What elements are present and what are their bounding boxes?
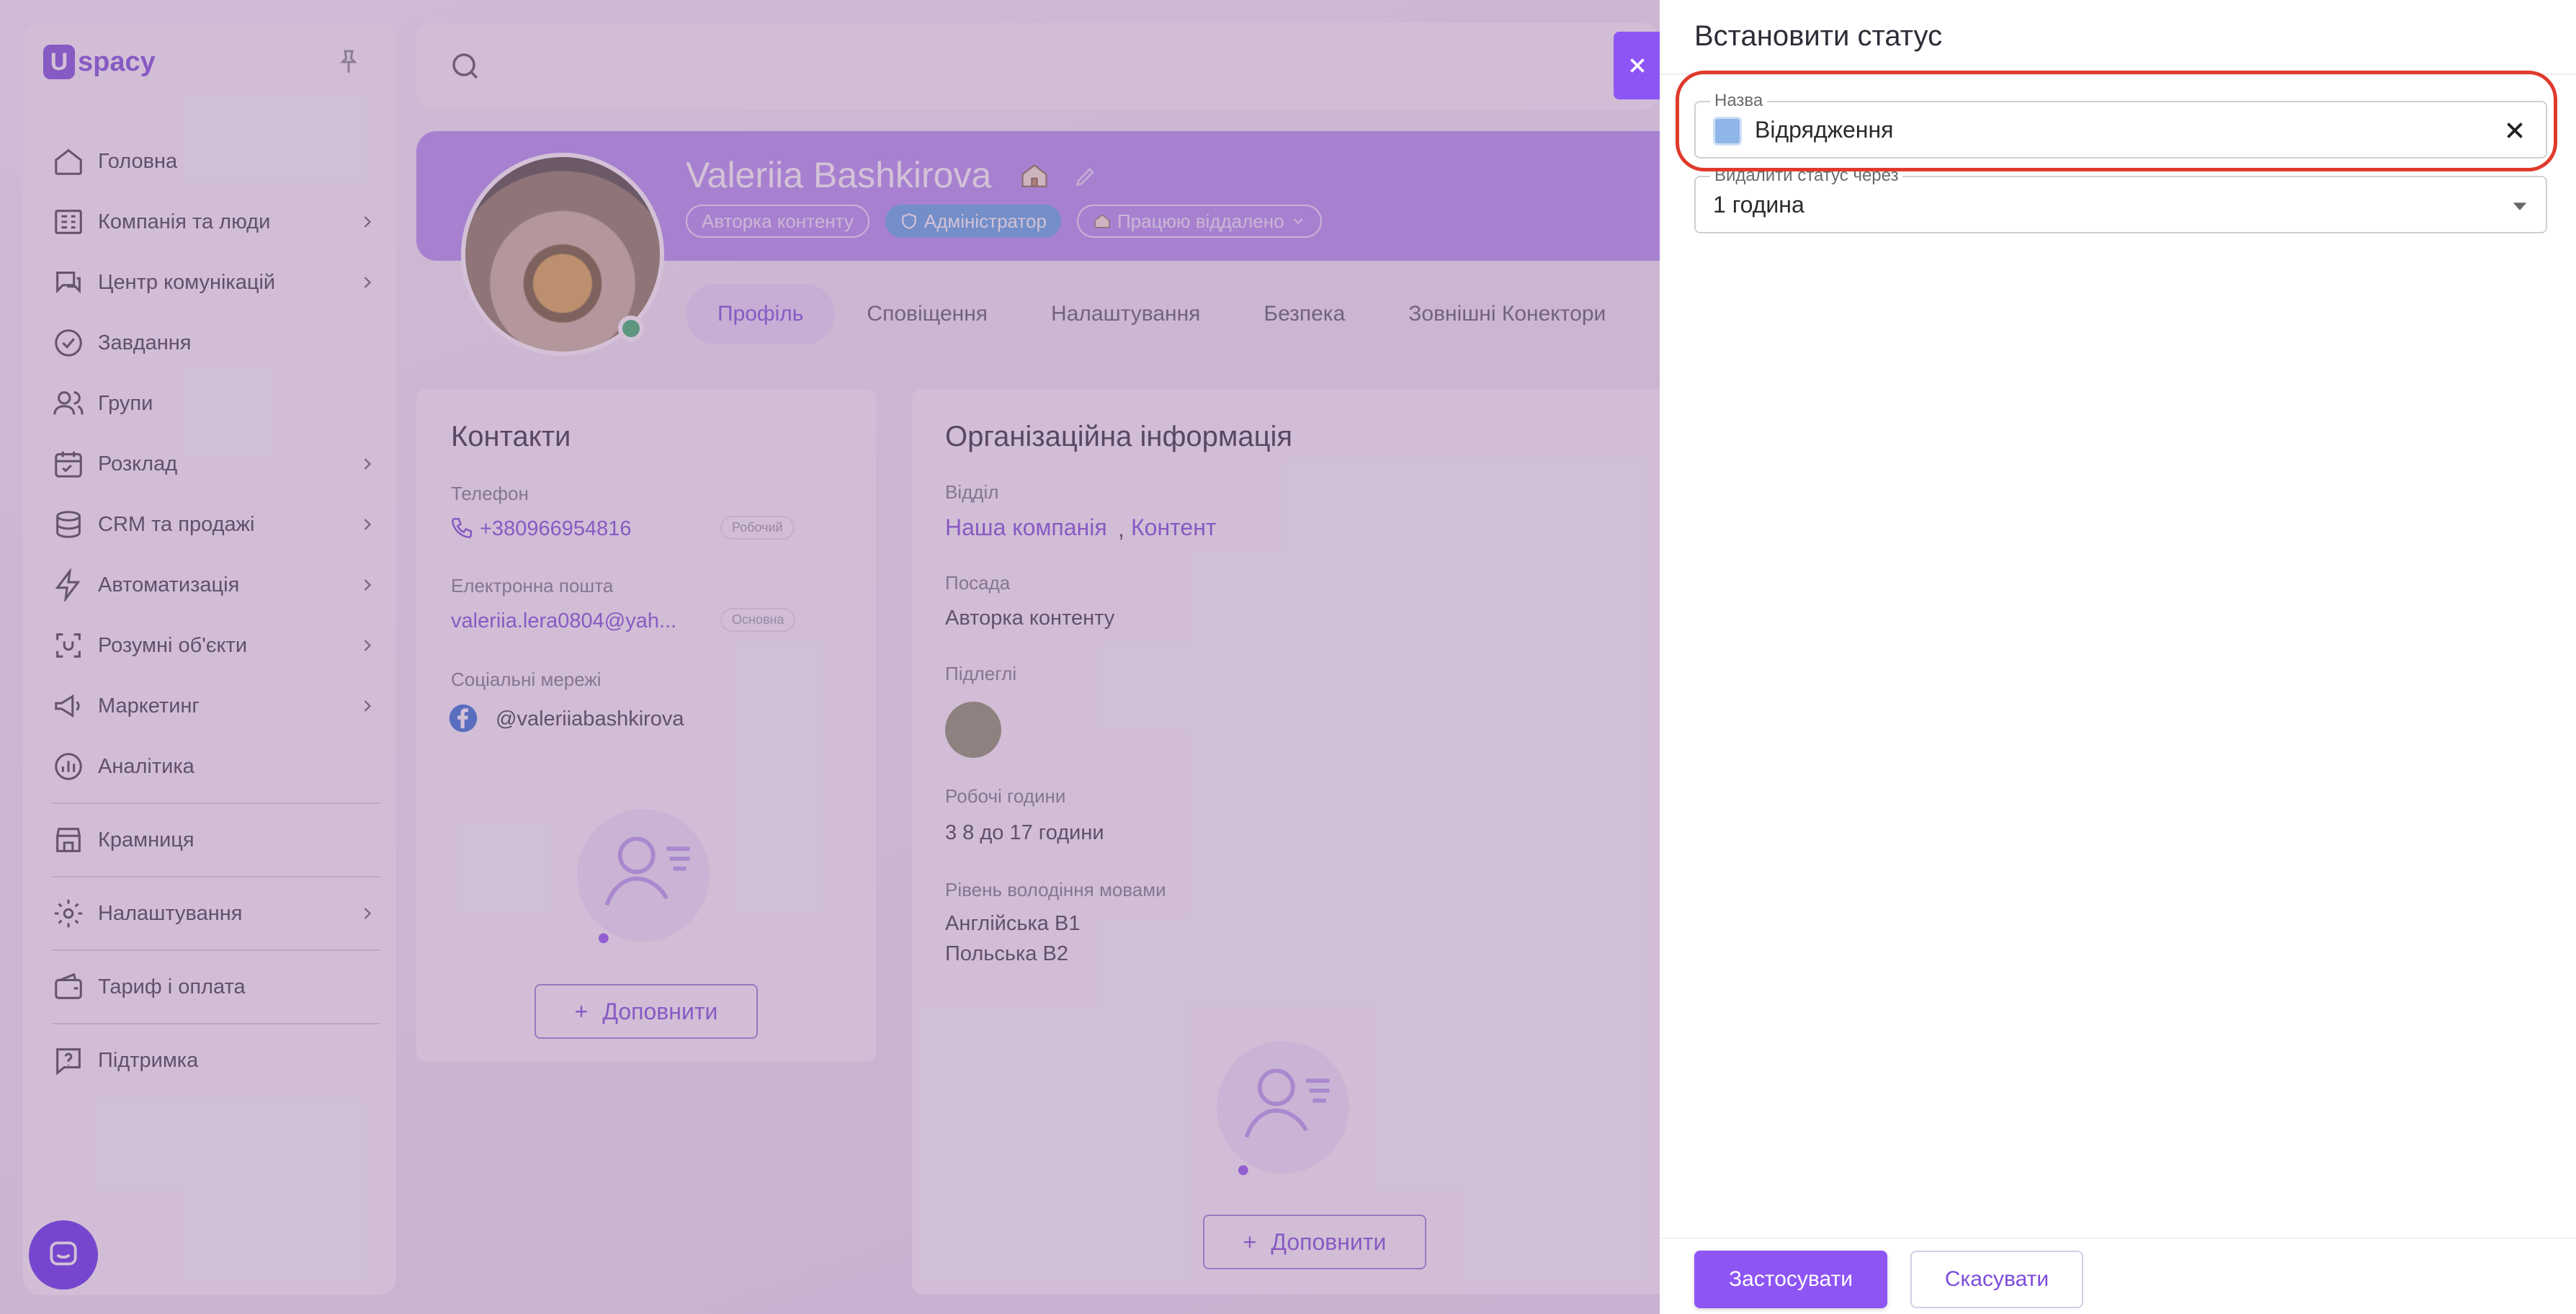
close-drawer-button[interactable] <box>1614 32 1661 99</box>
highlight-annotation <box>1676 71 2557 171</box>
apply-button[interactable]: Застосувати <box>1694 1251 1887 1308</box>
cancel-button[interactable]: Скасувати <box>1910 1251 2083 1308</box>
divider <box>1660 1238 2576 1239</box>
app-background: U spacy Головна Компанія та люди Центр к… <box>0 0 1704 1314</box>
remove-status-after-select[interactable]: Видалити статус через 1 година <box>1694 166 2547 233</box>
remove-status-value: 1 година <box>1713 192 1804 218</box>
caret-down-icon <box>2513 202 2527 210</box>
modal-backdrop[interactable] <box>0 0 1660 1314</box>
close-icon <box>1630 58 1645 73</box>
set-status-drawer: Встановити статус Назва Відрядження Вида… <box>1660 0 2576 1314</box>
drawer-title: Встановити статус <box>1694 20 1943 52</box>
